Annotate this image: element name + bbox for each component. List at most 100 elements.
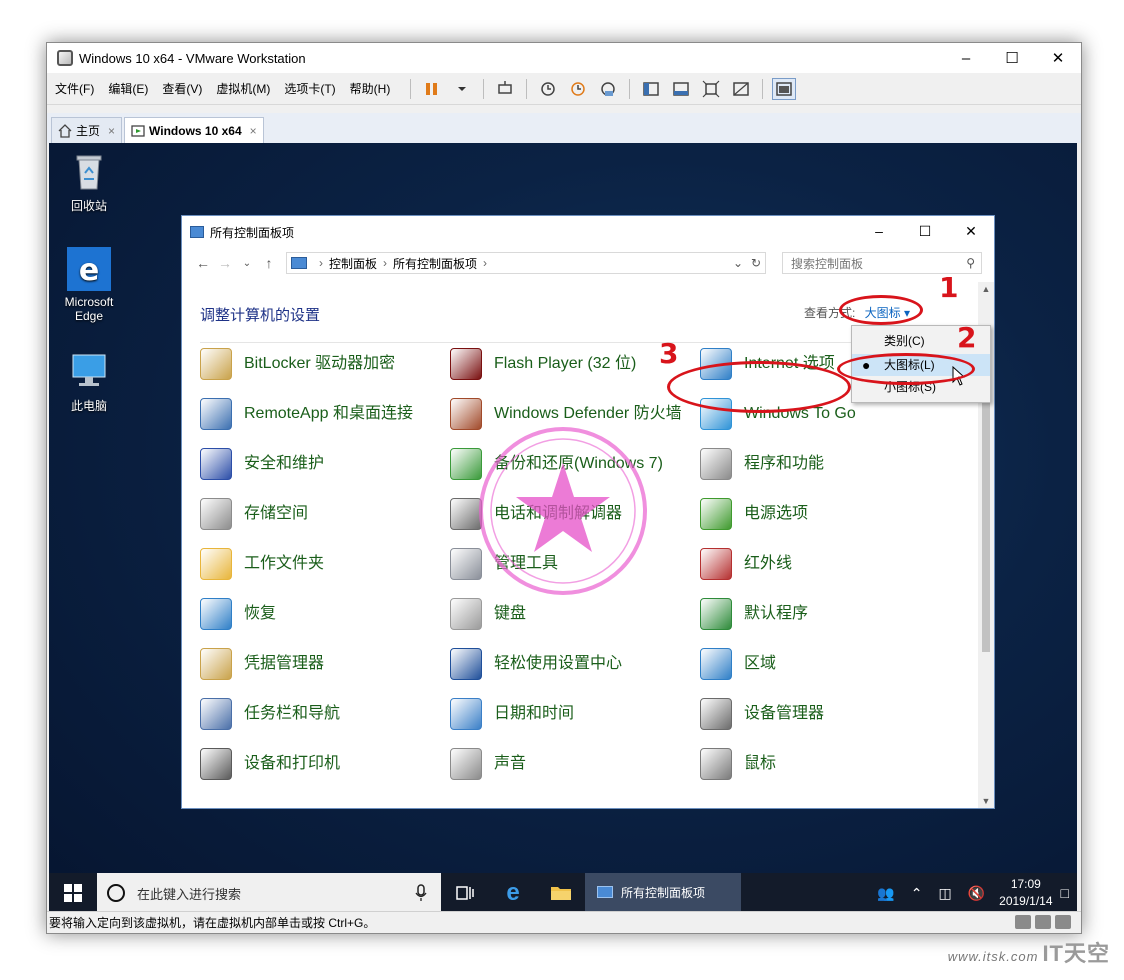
control-panel-item[interactable]: Windows Defender 防火墙 [450, 394, 700, 434]
tab-vm-close-icon[interactable]: × [250, 124, 257, 138]
control-panel-item[interactable]: 程序和功能 [700, 444, 950, 484]
control-panel-item-label: 备份和还原(Windows 7) [494, 455, 663, 472]
cp-maximize-button[interactable]: ☐ [902, 216, 948, 246]
snapshot-manager-icon[interactable] [596, 78, 620, 100]
taskbar-edge-icon[interactable]: e [489, 873, 537, 913]
clock-date: 2019/1/14 [999, 894, 1053, 908]
control-panel-item[interactable]: 电话和调制解调器 [450, 494, 700, 534]
control-panel-item[interactable]: 电源选项 [700, 494, 950, 534]
scroll-down-icon[interactable]: ▼ [978, 796, 994, 806]
hard-disk-status-icon[interactable] [1015, 915, 1031, 929]
back-arrow-icon[interactable]: ← [192, 255, 214, 271]
menu-tabs[interactable]: 选项卡(T) [284, 80, 335, 97]
notifications-icon[interactable]: □ [1061, 885, 1069, 901]
tab-home[interactable]: 主页 × [51, 117, 123, 143]
console-view-icon[interactable] [772, 77, 797, 100]
address-box[interactable]: › 控制面板 › 所有控制面板项 › ⌄ ↻ [286, 252, 766, 274]
tab-home-close-icon[interactable]: × [108, 124, 115, 138]
tab-home-label: 主页 [76, 124, 101, 138]
unity-mode-icon[interactable] [729, 78, 753, 100]
network-adapter-status-icon[interactable] [1055, 915, 1071, 929]
control-panel-item[interactable]: 声音 [450, 744, 700, 784]
refresh-icon[interactable]: ↻ [747, 256, 765, 270]
breadcrumb-chevron-icon[interactable]: › [483, 256, 487, 270]
control-panel-item[interactable]: 管理工具 [450, 544, 700, 584]
breadcrumb-chevron-icon[interactable]: › [383, 256, 387, 270]
windows-logo-icon [64, 884, 82, 902]
cp-close-button[interactable]: ✕ [948, 216, 994, 246]
menu-vm[interactable]: 虚拟机(M) [216, 80, 270, 97]
up-arrow-icon[interactable]: ↑ [258, 255, 280, 271]
show-library-icon[interactable] [639, 78, 663, 100]
recent-locations-chevron-icon[interactable]: ⌄ [236, 258, 258, 269]
control-panel-item[interactable]: RemoteApp 和桌面连接 [200, 394, 450, 434]
breadcrumb-chevron-icon[interactable]: › [319, 256, 323, 270]
menu-view[interactable]: 查看(V) [162, 80, 202, 97]
taskbar-item-control-panel[interactable]: 所有控制面板项 [585, 873, 741, 913]
menu-file[interactable]: 文件(F) [55, 80, 94, 97]
guest-desktop[interactable]: 回收站 e Microsoft Edge 此电脑 所有控制面板项 – ☐ ✕ ←… [49, 143, 1077, 913]
breadcrumb-all-items[interactable]: 所有控制面板项 [393, 255, 477, 272]
control-panel-item[interactable]: 轻松使用设置中心 [450, 644, 700, 684]
desktop-icon-recycle-bin[interactable]: 回收站 [49, 149, 129, 214]
control-panel-item[interactable]: BitLocker 驱动器加密 [200, 344, 450, 384]
forward-arrow-icon[interactable]: → [214, 255, 236, 271]
maximize-button[interactable]: ☐ [989, 43, 1035, 73]
tab-windows-10-x64[interactable]: Windows 10 x64 × [124, 117, 264, 143]
control-panel-item-label: 键盘 [494, 605, 527, 622]
control-panel-item[interactable]: 备份和还原(Windows 7) [450, 444, 700, 484]
breadcrumb-control-panel[interactable]: 控制面板 [329, 255, 377, 272]
control-panel-item-label: 安全和维护 [244, 455, 325, 472]
control-panel-item[interactable]: 设备管理器 [700, 694, 950, 734]
control-panel-item-label: 红外线 [744, 555, 793, 572]
close-button[interactable]: ✕ [1035, 43, 1081, 73]
site-watermark: www.itsk.com IT天空 [948, 936, 1110, 968]
scrollbar-thumb[interactable] [982, 402, 990, 652]
power-dropdown-icon[interactable] [450, 78, 474, 100]
control-panel-item[interactable]: 恢复 [200, 594, 450, 634]
control-panel-item[interactable]: 默认程序 [700, 594, 950, 634]
control-panel-item-label: BitLocker 驱动器加密 [244, 355, 396, 372]
address-dropdown-icon[interactable]: ⌄ [729, 256, 747, 270]
control-panel-item[interactable]: 存储空间 [200, 494, 450, 534]
control-panel-item[interactable]: 凭据管理器 [200, 644, 450, 684]
control-panel-item[interactable]: 红外线 [700, 544, 950, 584]
volume-muted-icon[interactable]: 🔇 [968, 885, 985, 902]
desktop-icon-edge[interactable]: e Microsoft Edge [49, 247, 129, 323]
show-hidden-icons-chevron-icon[interactable]: ⌃ [911, 885, 923, 902]
search-icon[interactable]: ⚲ [966, 256, 975, 270]
control-panel-item[interactable]: 工作文件夹 [200, 544, 450, 584]
send-ctrl-alt-del-icon[interactable] [493, 78, 517, 100]
show-thumbnail-bar-icon[interactable] [669, 78, 693, 100]
scroll-up-icon[interactable]: ▲ [978, 284, 994, 294]
control-panel-item[interactable]: 设备和打印机 [200, 744, 450, 784]
control-panel-item[interactable]: 鼠标 [700, 744, 950, 784]
microphone-icon[interactable] [415, 884, 427, 905]
control-panel-title: 所有控制面板项 [210, 225, 295, 240]
pause-icon[interactable] [420, 78, 444, 100]
control-panel-item[interactable]: 安全和维护 [200, 444, 450, 484]
desktop-icon-this-pc[interactable]: 此电脑 [49, 349, 129, 414]
minimize-button[interactable]: – [943, 43, 989, 73]
cd-dvd-status-icon[interactable] [1035, 915, 1051, 929]
vmware-menubar: 文件(F) 编辑(E) 查看(V) 虚拟机(M) 选项卡(T) 帮助(H) [47, 73, 1081, 105]
file-explorer-icon[interactable] [537, 873, 585, 913]
network-icon[interactable]: ◫ [938, 885, 951, 902]
taskbar-search-box[interactable]: 在此键入进行搜索 [97, 873, 441, 913]
snapshot-revert-icon[interactable] [566, 78, 590, 100]
control-panel-item[interactable]: 日期和时间 [450, 694, 700, 734]
task-view-icon[interactable] [441, 873, 489, 913]
people-icon[interactable]: 👥 [877, 885, 894, 902]
snapshot-take-icon[interactable] [536, 78, 560, 100]
control-panel-item[interactable]: 任务栏和导航 [200, 694, 450, 734]
control-panel-item[interactable]: 键盘 [450, 594, 700, 634]
menu-edit[interactable]: 编辑(E) [108, 80, 148, 97]
vm-tab-icon [131, 124, 145, 138]
start-button[interactable] [49, 873, 97, 913]
full-screen-icon[interactable] [699, 78, 723, 100]
menu-help[interactable]: 帮助(H) [350, 80, 391, 97]
clock[interactable]: 17:09 2019/1/14 [999, 876, 1052, 910]
cp-minimize-button[interactable]: – [856, 216, 902, 246]
control-panel-item[interactable]: 区域 [700, 644, 950, 684]
recovery-icon [200, 598, 232, 630]
